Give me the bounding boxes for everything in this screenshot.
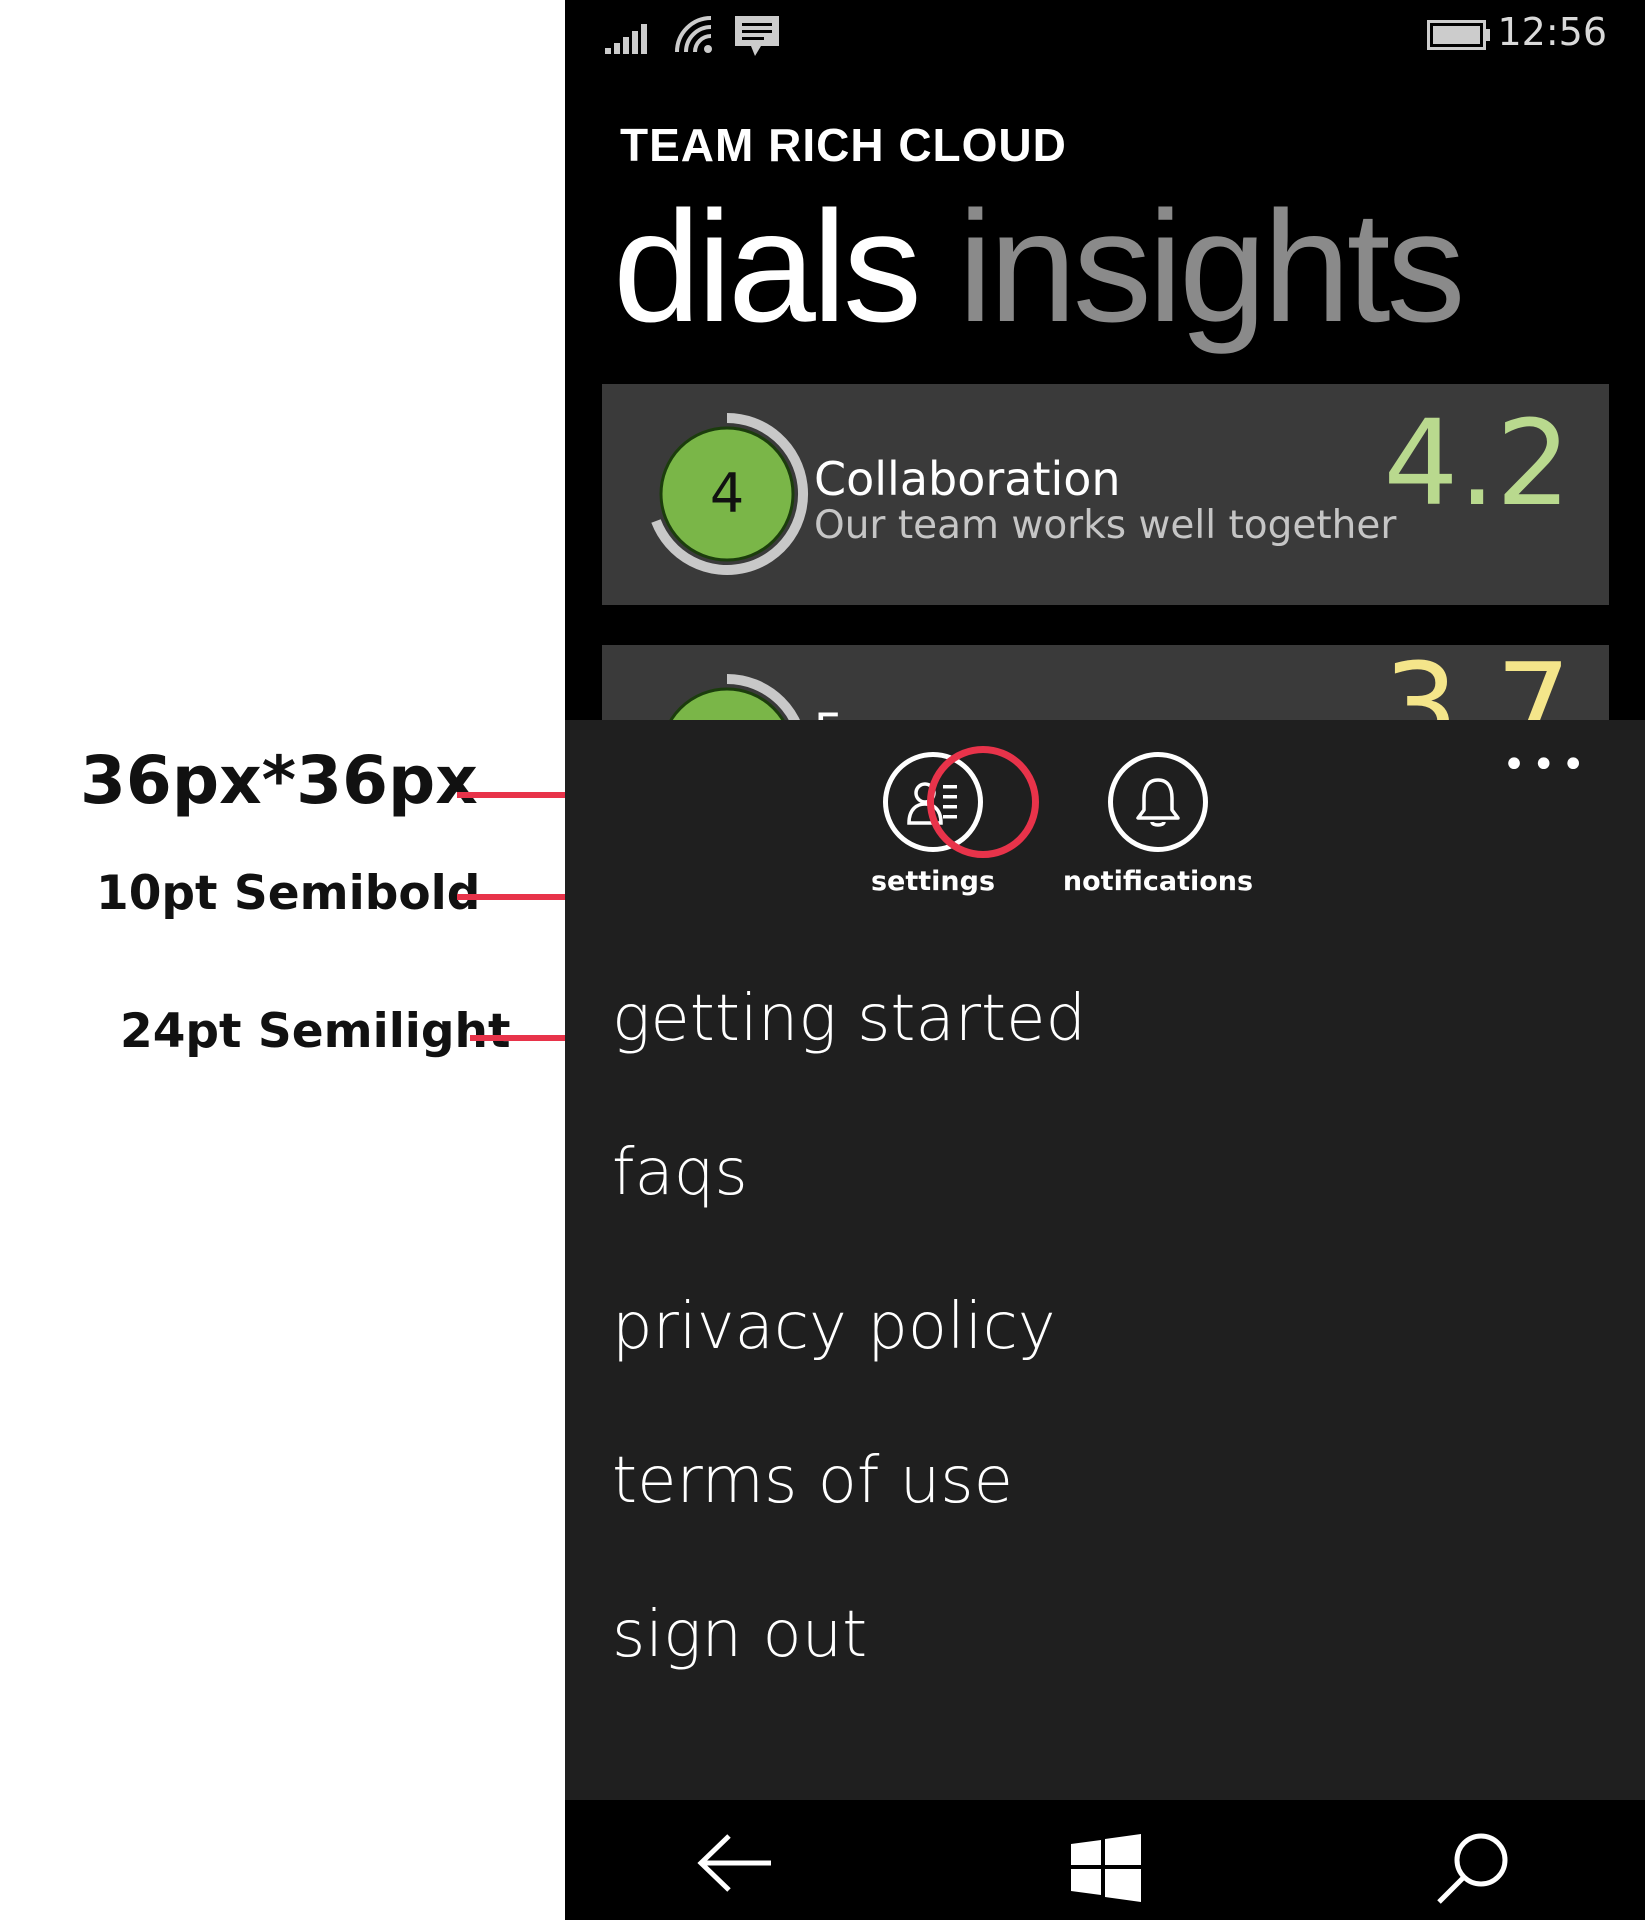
signal-strength-icon xyxy=(605,24,647,54)
annotation-menu-font: 24pt Semilight xyxy=(120,1004,511,1059)
dial-card-collaboration[interactable]: 4 Collaboration Our team works well toge… xyxy=(602,384,1609,605)
notifications-label: notifications xyxy=(1062,866,1254,897)
annotation-icon-size: 36px*36px xyxy=(80,742,478,819)
notifications-button[interactable]: notifications xyxy=(1063,752,1253,897)
card-title: Collaboration xyxy=(814,452,1121,506)
bell-icon xyxy=(1108,752,1208,852)
wifi-icon xyxy=(675,16,712,53)
menu-item-privacy-policy[interactable]: privacy policy xyxy=(612,1290,1056,1364)
windows-icon[interactable] xyxy=(1071,1834,1141,1902)
annotation-label-font: 10pt Semibold xyxy=(96,866,481,921)
phone-screen: 12:56 TEAM RICH CLOUD dials insights 4 C… xyxy=(565,0,1645,1920)
status-time: 12:56 xyxy=(1497,10,1607,54)
navigation-bar xyxy=(565,1800,1645,1920)
card-subtitle: Our team works well together xyxy=(814,503,1397,548)
dial-gauge: 4 xyxy=(651,413,808,575)
message-icon xyxy=(735,16,779,56)
card-score: 4.2 xyxy=(1383,394,1571,532)
search-icon[interactable] xyxy=(1435,1830,1511,1906)
pivot-tab-dials[interactable]: dials xyxy=(613,179,922,355)
status-bar: 12:56 xyxy=(565,0,1645,70)
app-title: TEAM RICH CLOUD xyxy=(620,119,1067,171)
dial-value: 4 xyxy=(710,462,744,525)
menu-item-faqs[interactable]: faqs xyxy=(612,1136,748,1210)
more-options-icon[interactable]: ••• xyxy=(1502,742,1591,788)
pivot-header: dials insights xyxy=(613,188,1466,346)
settings-label: settings xyxy=(870,866,996,897)
back-icon[interactable] xyxy=(695,1830,775,1896)
settings-highlight-ring xyxy=(927,746,1039,858)
app-bar-expanded: ••• settings notifications getting start… xyxy=(565,720,1645,1800)
menu-item-sign-out[interactable]: sign out xyxy=(612,1598,867,1672)
menu-item-terms-of-use[interactable]: terms of use xyxy=(612,1444,1013,1518)
battery-icon xyxy=(1427,20,1490,50)
menu-item-getting-started[interactable]: getting started xyxy=(612,982,1086,1056)
pivot-tab-insights[interactable]: insights xyxy=(958,179,1466,355)
